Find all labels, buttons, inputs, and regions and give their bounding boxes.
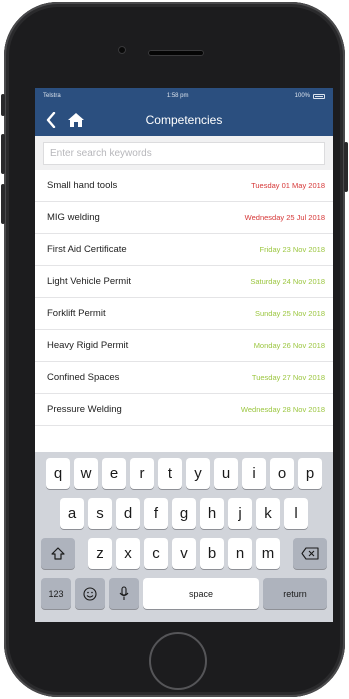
space-key[interactable]: space [143,578,259,609]
keyboard-letters-row-3: zxcvbnm [86,538,282,569]
competency-expiry-date: Saturday 24 Nov 2018 [250,277,325,286]
battery-percent: 100% [294,93,310,99]
competency-list: Small hand tools Tuesday 01 May 2018 MIG w… [35,170,333,426]
status-bar: Telstra 1:58 pm 100% [35,88,333,104]
competency-row[interactable]: Forklift Permit Sunday 25 Nov 2018 [35,298,333,330]
return-key[interactable]: return [263,578,327,609]
key-k[interactable]: k [256,498,280,529]
home-button[interactable] [149,632,207,690]
delete-key[interactable] [293,538,327,569]
backspace-icon [301,547,319,560]
numbers-key[interactable]: 123 [41,578,71,609]
keyboard: qwertyuiop asdfghjkl zxcvbnm 123 space r… [35,452,333,622]
key-o[interactable]: o [270,458,294,489]
competency-row[interactable]: First Aid Certificate Friday 23 Nov 2018 [35,234,333,266]
microphone-icon [119,586,129,600]
key-q[interactable]: q [46,458,70,489]
competency-expiry-date: Friday 23 Nov 2018 [259,245,325,254]
competency-expiry-date: Tuesday 01 May 2018 [251,181,325,190]
key-h[interactable]: h [200,498,224,529]
key-l[interactable]: l [284,498,308,529]
competency-row[interactable]: Heavy Rigid Permit Monday 26 Nov 2018 [35,330,333,362]
nav-row: Competencies [35,104,333,136]
earpiece-speaker [148,50,204,56]
key-j[interactable]: j [228,498,252,529]
search-input[interactable] [43,142,325,165]
competency-row[interactable]: Light Vehicle Permit Saturday 24 Nov 2018 [35,266,333,298]
competency-name: Pressure Welding [47,404,122,415]
key-w[interactable]: w [74,458,98,489]
competency-name: Light Vehicle Permit [47,276,131,287]
keyboard-row-3: zxcvbnm [38,538,330,569]
competency-expiry-date: Tuesday 27 Nov 2018 [251,373,325,382]
competency-row[interactable]: Confined Spaces Tuesday 27 Nov 2018 [35,362,333,394]
key-n[interactable]: n [228,538,252,569]
key-t[interactable]: t [158,458,182,489]
dictation-key[interactable] [109,578,139,609]
key-i[interactable]: i [242,458,266,489]
competency-expiry-date: Wednesday 25 Jul 2018 [244,213,325,222]
competency-expiry-date: Monday 26 Nov 2018 [253,341,325,350]
keyboard-row-2: asdfghjkl [38,498,330,529]
battery-indicator: 100% [295,93,325,99]
key-b[interactable]: b [200,538,224,569]
competency-expiry-date: Wednesday 28 Nov 2018 [240,405,325,414]
competency-name: First Aid Certificate [47,244,127,255]
battery-icon [313,93,325,99]
competency-row[interactable]: MIG welding Wednesday 25 Jul 2018 [35,202,333,234]
mute-switch [1,94,5,116]
key-x[interactable]: x [116,538,140,569]
keyboard-row-4: 123 space return [38,578,330,609]
emoji-icon [83,586,97,601]
key-u[interactable]: u [214,458,238,489]
carrier-label: Telstra [43,93,61,99]
competency-name: Confined Spaces [47,372,120,383]
key-v[interactable]: v [172,538,196,569]
navigation-bar: Telstra 1:58 pm 100% Competencies [35,88,333,136]
phone-frame: Telstra 1:58 pm 100% Competencies Enter … [1,2,348,697]
key-a[interactable]: a [60,498,84,529]
page-title: Competencies [145,113,223,127]
keyboard-row-1: qwertyuiop [38,458,330,489]
competency-name: Heavy Rigid Permit [47,340,129,351]
competency-row[interactable]: Small hand tools Tuesday 01 May 2018 [35,170,333,202]
key-r[interactable]: r [130,458,154,489]
key-e[interactable]: e [102,458,126,489]
volume-down-button [1,184,5,224]
shift-key[interactable] [41,538,75,569]
key-m[interactable]: m [256,538,280,569]
screen: Telstra 1:58 pm 100% Competencies Enter … [35,88,333,622]
competency-name: MIG welding [47,212,100,223]
competency-row[interactable]: Pressure Welding Wednesday 28 Nov 2018 [35,394,333,426]
key-d[interactable]: d [116,498,140,529]
clock: 1:58 pm [166,93,189,99]
key-f[interactable]: f [144,498,168,529]
emoji-key[interactable] [75,578,105,609]
front-camera [118,46,126,54]
key-s[interactable]: s [88,498,112,529]
power-button [344,142,348,192]
key-g[interactable]: g [172,498,196,529]
key-z[interactable]: z [88,538,112,569]
volume-up-button [1,134,5,174]
search-bar [35,136,333,170]
shift-icon [51,546,65,560]
key-y[interactable]: y [186,458,210,489]
competency-name: Small hand tools [47,180,118,191]
competency-expiry-date: Sunday 25 Nov 2018 [254,309,325,318]
key-c[interactable]: c [144,538,168,569]
competency-name: Forklift Permit [47,308,106,319]
key-p[interactable]: p [298,458,322,489]
